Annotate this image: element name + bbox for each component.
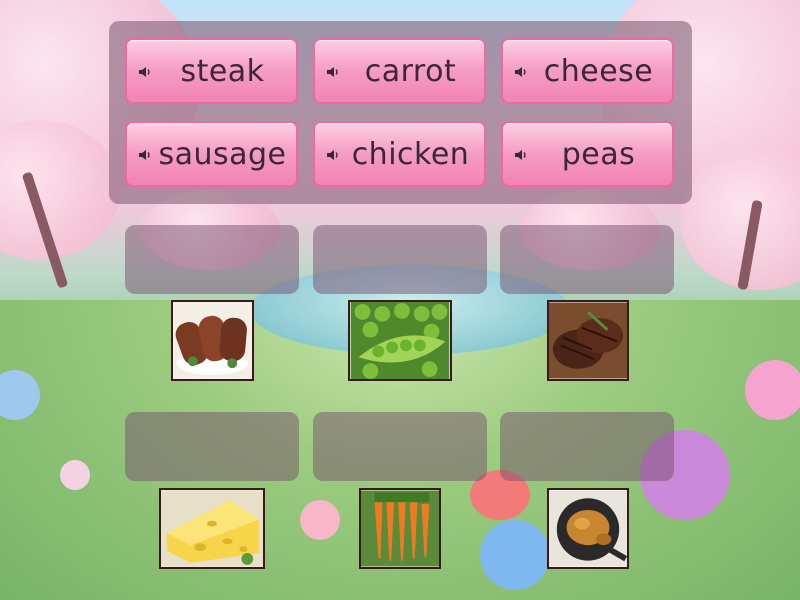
word-tile-carrot[interactable]: carrot [313, 38, 486, 104]
carrot-image [359, 488, 441, 569]
word-tile-sausage[interactable]: sausage [125, 121, 298, 187]
drop-zone-3[interactable] [500, 225, 674, 294]
tile-label: carrot [364, 53, 457, 89]
tile-label: cheese [543, 53, 654, 89]
drop-zone-6[interactable] [500, 412, 674, 481]
word-tile-cheese[interactable]: cheese [501, 38, 674, 104]
cheese-image [159, 488, 265, 569]
speaker-icon[interactable] [137, 147, 153, 163]
speaker-icon[interactable] [513, 147, 529, 163]
word-tile-steak[interactable]: steak [125, 38, 298, 104]
flower [60, 460, 90, 490]
tile-label: peas [561, 136, 636, 172]
drop-zone-2[interactable] [313, 225, 487, 294]
tile-label: sausage [158, 136, 287, 172]
tile-label: steak [180, 53, 265, 89]
speaker-icon[interactable] [137, 64, 153, 80]
speaker-icon[interactable] [325, 64, 341, 80]
drop-zone-5[interactable] [313, 412, 487, 481]
speaker-icon[interactable] [513, 64, 529, 80]
speaker-icon[interactable] [325, 147, 341, 163]
word-bank: steak carrot cheese sausage chicken peas [109, 21, 692, 204]
flower [480, 520, 550, 590]
peas-image [348, 300, 452, 381]
word-tile-peas[interactable]: peas [501, 121, 674, 187]
drop-zone-1[interactable] [125, 225, 299, 294]
flower [300, 500, 340, 540]
steak-image [547, 300, 629, 381]
word-tile-chicken[interactable]: chicken [313, 121, 486, 187]
tile-label: chicken [351, 136, 470, 172]
chicken-image [547, 488, 629, 569]
flower [745, 360, 800, 420]
drop-zone-4[interactable] [125, 412, 299, 481]
sausage-image [171, 300, 254, 381]
